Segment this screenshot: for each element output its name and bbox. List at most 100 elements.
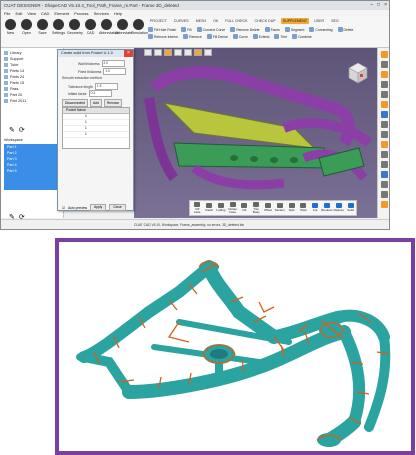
palette-item[interactable]: Shell: [298, 203, 309, 213]
menu-cad[interactable]: CAD: [41, 10, 49, 17]
palette-item[interactable]: Trim Body: [251, 201, 262, 215]
open-button[interactable]: Open: [19, 19, 34, 35]
maximize-button[interactable]: □: [377, 2, 380, 9]
dialog-close-button[interactable]: ×: [124, 50, 133, 57]
palette-item[interactable]: Split: [286, 203, 297, 213]
tab-check-dup[interactable]: CHECK DUP: [253, 18, 278, 24]
edit-pencil-icon[interactable]: ✎: [9, 126, 15, 134]
abbreviate-icon: [117, 19, 128, 30]
selection-list[interactable]: Part 1 Part 2 Part 3 Part 4 Part 5: [4, 144, 58, 190]
ribbon-item[interactable]: Extend: [252, 34, 269, 39]
tab-seg[interactable]: SEG: [329, 18, 341, 24]
palette-item[interactable]: Reduce: [333, 203, 344, 213]
wall-thickness-input[interactable]: 2.0: [101, 60, 125, 67]
tab-curves[interactable]: CURVES: [172, 18, 191, 24]
palette-item[interactable]: Boolean: [321, 203, 332, 213]
list-item[interactable]: Part 5: [4, 168, 58, 174]
close-window-button[interactable]: ×: [384, 2, 387, 9]
minimize-button[interactable]: –: [370, 2, 373, 9]
tab-ok[interactable]: OK: [211, 18, 220, 24]
palette-item[interactable]: Delete Face: [227, 201, 238, 215]
camera-icon[interactable]: [381, 151, 388, 158]
ribbon-item[interactable]: Fill: [181, 27, 192, 32]
light-icon[interactable]: [381, 131, 388, 138]
menu-help[interactable]: Help: [114, 10, 122, 17]
ribbon-item[interactable]: Curve: [232, 34, 248, 39]
ribbon-item[interactable]: Faces: [264, 27, 280, 32]
auto-preview-checkbox[interactable]: ☑: [62, 206, 65, 210]
table-row[interactable]: 1: [63, 132, 129, 138]
disconnected-button[interactable]: Disconnected: [62, 99, 88, 107]
fixed-thickness-input[interactable]: 1.0: [103, 68, 127, 75]
geometry-button[interactable]: Geometry: [67, 19, 83, 35]
ribbon-item[interactable]: Trim: [274, 34, 287, 39]
view-cube-icon[interactable]: [348, 62, 368, 84]
abbreviate-button[interactable]: Abbreviate: [115, 19, 132, 35]
tolerance-length-input[interactable]: 1.5: [94, 83, 118, 90]
palette-item[interactable]: Solid: [345, 203, 356, 213]
tab-project[interactable]: PROJECT: [148, 18, 169, 24]
menu-services[interactable]: Services: [94, 10, 109, 17]
dialog-button-row: Disconnected Add Remove: [62, 99, 123, 107]
view-icon[interactable]: [381, 61, 388, 68]
simulation-button[interactable]: Simulation: [131, 19, 148, 35]
tab-mesh[interactable]: MESH: [194, 18, 208, 24]
orange-tool-icon[interactable]: [381, 201, 388, 208]
orange-tool-icon[interactable]: [381, 71, 388, 78]
close-button[interactable]: Close: [109, 204, 126, 211]
tree-item[interactable]: Part 2011: [4, 98, 60, 104]
settings-icon[interactable]: [381, 181, 388, 188]
apply-button[interactable]: Apply: [90, 204, 107, 211]
inflate-factor-input[interactable]: 0.4: [88, 90, 112, 97]
ribbon-item[interactable]: Remove: [183, 34, 202, 39]
layer-icon[interactable]: [381, 81, 388, 88]
combine-icon: [292, 34, 298, 39]
new-button[interactable]: New: [3, 19, 18, 35]
ribbon-item[interactable]: Fill Dense: [206, 34, 228, 39]
orange-tool-icon[interactable]: [381, 51, 388, 58]
orange-tool-icon[interactable]: [381, 141, 388, 148]
palette-item[interactable]: Cut: [310, 203, 321, 213]
palette-item[interactable]: Fill Hole: [192, 201, 203, 215]
dialog-title: Create solid from Pocket U-1.0: [61, 51, 113, 55]
ribbon-item[interactable]: Fill Hole Finish: [148, 27, 176, 32]
ribbon-item[interactable]: Combine: [292, 34, 312, 39]
orange-tool-icon[interactable]: [381, 101, 388, 108]
help-icon[interactable]: [381, 191, 388, 198]
save-button[interactable]: Save: [35, 19, 50, 35]
settings-button[interactable]: Settings: [51, 19, 66, 35]
3d-viewport[interactable]: Fill Hole Patch Lofting Delete Face Fill…: [134, 48, 377, 218]
palette-item[interactable]: Offset: [263, 203, 274, 213]
add-button[interactable]: Add: [89, 99, 102, 107]
menu-element[interactable]: Element: [54, 10, 69, 17]
cad-button[interactable]: CAD: [83, 19, 98, 35]
menu-file[interactable]: File: [4, 10, 10, 17]
abbreviation-icon: [101, 19, 112, 30]
ribbon-item[interactable]: Delete: [337, 27, 353, 32]
menu-edit[interactable]: Edit: [15, 10, 22, 17]
menu-view[interactable]: View: [27, 10, 36, 17]
remove-button[interactable]: Remove: [103, 99, 123, 107]
remove-icon: [183, 34, 189, 39]
section-icon[interactable]: [381, 161, 388, 168]
refresh-icon[interactable]: ⟳: [19, 126, 25, 134]
palette-item[interactable]: Section: [274, 203, 285, 213]
ribbon-item[interactable]: Remove Interior: [148, 34, 178, 39]
tab-user[interactable]: USER: [312, 18, 326, 24]
tab-supplement[interactable]: SUPPLEMENT: [280, 18, 310, 24]
measure-icon[interactable]: [381, 91, 388, 98]
tab-full-check[interactable]: FULL CHECK: [223, 18, 249, 24]
palette-item[interactable]: Patch: [204, 203, 215, 213]
abbreviation-button[interactable]: Abbreviation: [99, 19, 119, 35]
ribbon-item[interactable]: Connecting: [309, 27, 333, 32]
ribbon-item[interactable]: Segment: [284, 27, 304, 32]
blue-tool-icon[interactable]: [381, 111, 388, 118]
palette-item[interactable]: Fill: [239, 203, 250, 213]
grid-icon[interactable]: [381, 121, 388, 128]
palette-item[interactable]: Lofting: [216, 203, 227, 213]
blue-tool-icon[interactable]: [381, 171, 388, 178]
cad-icon: [85, 19, 96, 30]
ribbon-item[interactable]: Remove Delete: [230, 27, 260, 32]
ribbon-item[interactable]: Connect Curve: [196, 27, 225, 32]
menu-process[interactable]: Process: [74, 10, 88, 17]
